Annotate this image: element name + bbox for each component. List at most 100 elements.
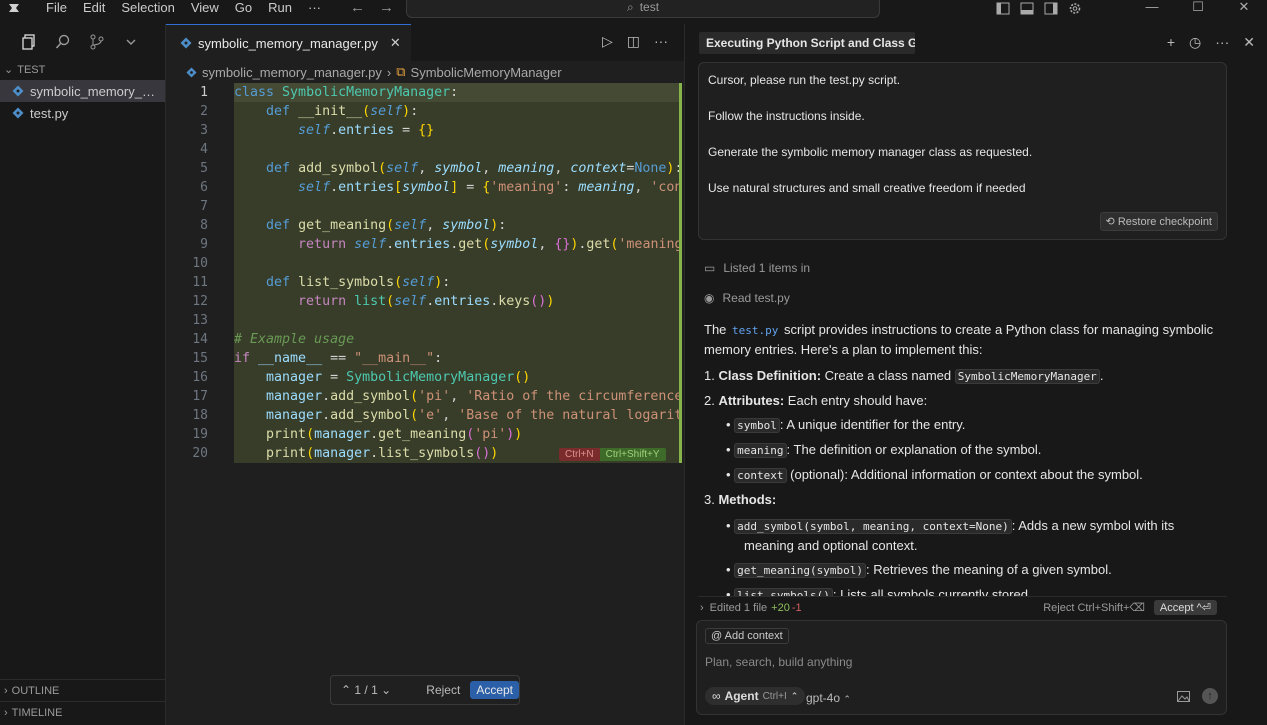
- minimize-icon[interactable]: —: [1129, 0, 1175, 16]
- new-chat-plus-icon[interactable]: +: [1167, 34, 1175, 51]
- code-line: [234, 311, 682, 330]
- agent-mode-selector[interactable]: ∞ Agent Ctrl+I ⌃: [705, 687, 806, 705]
- user-message[interactable]: Cursor, please run the test.py script. F…: [698, 62, 1227, 240]
- chevron-right-icon: ›: [4, 684, 8, 697]
- toggle-panel-icon[interactable]: [1020, 2, 1034, 15]
- more-icon[interactable]: ···: [1215, 34, 1229, 51]
- outline-section[interactable]: › OUTLINE: [0, 679, 166, 701]
- code-line: self.entries[symbol] = {'meaning': meani…: [234, 178, 682, 197]
- timeline-section[interactable]: › TIMELINE: [0, 701, 166, 723]
- response-text: The: [704, 322, 731, 337]
- more-actions-icon[interactable]: ···: [654, 33, 668, 50]
- restore-checkpoint-button[interactable]: ⟲ Restore checkpoint: [1099, 212, 1218, 231]
- breadcrumb: symbolic_memory_manager.py › ⧉ SymbolicM…: [166, 61, 684, 83]
- split-editor-icon[interactable]: ◫: [627, 33, 640, 50]
- code-line: if __name__ == "__main__":: [234, 349, 682, 368]
- inline-code: meaning: [734, 443, 787, 458]
- inline-code: get_meaning(symbol): [734, 563, 867, 578]
- close-window-icon[interactable]: ✕: [1221, 0, 1267, 16]
- inline-reject-button[interactable]: Ctrl+N: [559, 448, 600, 461]
- user-message-line: Follow the instructions inside.: [708, 109, 865, 123]
- response-text: Create a class named: [821, 368, 955, 383]
- chevron-up-icon: ⌃: [790, 690, 799, 701]
- code-line: return self.entries.get(symbol, {}).get(…: [234, 235, 682, 254]
- close-panel-icon[interactable]: ✕: [1243, 34, 1255, 51]
- review-accept-button[interactable]: Accept: [470, 681, 519, 699]
- title-bar: File Edit Selection View Go Run ··· ← → …: [0, 0, 1267, 18]
- code-line: manager.add_symbol('pi', 'Ratio of the c…: [234, 387, 682, 406]
- chat-input[interactable]: Plan, search, build anything: [705, 655, 852, 669]
- line-number: 9: [200, 237, 208, 252]
- chat-title-tab[interactable]: Executing Python Script and Class Ger: [699, 32, 915, 54]
- inline-accept-button[interactable]: Ctrl+Shift+Y: [599, 448, 666, 461]
- code-line: self.entries = {}: [234, 121, 682, 140]
- python-file-icon: [12, 107, 24, 119]
- toggle-secondary-sidebar-icon[interactable]: [1044, 2, 1058, 15]
- file-item-test[interactable]: test.py: [0, 102, 165, 124]
- gear-icon[interactable]: [1068, 2, 1082, 15]
- code-view[interactable]: 1 class SymbolicMemoryManager: 2 def __in…: [166, 83, 684, 483]
- breadcrumb-symbol[interactable]: SymbolicMemoryManager: [411, 65, 562, 80]
- search-view-icon[interactable]: [54, 33, 72, 51]
- forward-arrow-icon[interactable]: →: [379, 0, 394, 16]
- back-arrow-icon[interactable]: ←: [350, 0, 365, 16]
- explorer-files-icon[interactable]: [20, 33, 38, 51]
- menu-go[interactable]: Go: [227, 0, 260, 16]
- reject-all-button[interactable]: Reject Ctrl+Shift+⌫: [1043, 601, 1145, 614]
- code-line: def get_meaning(self, symbol):: [234, 216, 682, 235]
- chat-composer: @ Add context Plan, search, build anythi…: [696, 620, 1227, 715]
- agent-label: Agent: [724, 689, 759, 703]
- menu-view[interactable]: View: [183, 0, 227, 16]
- inline-code[interactable]: test.py: [730, 324, 780, 337]
- editor-tab[interactable]: symbolic_memory_manager.py ✕: [166, 24, 411, 61]
- send-arrow-icon[interactable]: ↑: [1202, 688, 1218, 704]
- menu-run[interactable]: Run: [260, 0, 300, 16]
- menu-edit[interactable]: Edit: [75, 0, 113, 16]
- response-text: : Retrieves the meaning of a given symbo…: [866, 562, 1112, 577]
- breadcrumb-file[interactable]: symbolic_memory_manager.py: [202, 65, 382, 80]
- python-file-icon: [186, 66, 197, 78]
- user-message-line: Cursor, please run the test.py script.: [708, 73, 901, 87]
- image-upload-icon[interactable]: [1177, 690, 1190, 702]
- tool-call-list[interactable]: ▭ Listed 1 items in: [704, 261, 810, 275]
- file-name: symbolic_memory_manager.py: [30, 83, 162, 99]
- code-line: print(manager.get_meaning('pi')): [234, 425, 682, 444]
- line-number: 14: [192, 332, 208, 347]
- tool-call-read[interactable]: ◉ Read test.py: [704, 291, 790, 305]
- agent-shortcut: Ctrl+I: [762, 690, 787, 702]
- chevron-up-icon: ⌃: [843, 694, 851, 704]
- line-number: 1: [200, 85, 208, 100]
- menu-selection[interactable]: Selection: [113, 0, 182, 16]
- line-number: 7: [200, 199, 208, 214]
- edited-files-label: Edited 1 file: [709, 601, 768, 614]
- source-control-icon[interactable]: [88, 33, 106, 51]
- code-line: class SymbolicMemoryManager:: [234, 83, 682, 102]
- line-number: 20: [192, 446, 208, 461]
- history-icon[interactable]: ◷: [1189, 34, 1201, 51]
- item-title: Class Definition:: [718, 368, 822, 383]
- edited-files-bar[interactable]: › Edited 1 file +20 -1 Reject Ctrl+Shift…: [698, 596, 1227, 618]
- line-number: 2: [200, 104, 208, 119]
- outline-label: OUTLINE: [11, 684, 60, 697]
- maximize-icon[interactable]: ☐: [1175, 0, 1221, 16]
- chevron-down-icon: ⌄: [4, 64, 14, 76]
- code-line: def __init__(self):: [234, 102, 682, 121]
- explorer-section-header[interactable]: ⌄ TEST: [0, 60, 165, 80]
- chevron-down-icon[interactable]: [122, 33, 140, 51]
- file-item-symbolic-memory-manager[interactable]: symbolic_memory_manager.py: [0, 80, 165, 102]
- model-selector[interactable]: gpt-4o ⌃: [806, 691, 851, 705]
- code-line: # Example usage: [234, 330, 682, 349]
- menu-more[interactable]: ···: [300, 0, 329, 16]
- accept-all-button[interactable]: Accept ^⏎: [1153, 600, 1217, 615]
- line-number: 16: [192, 370, 208, 385]
- change-navigator[interactable]: ⌃ 1 / 1 ⌄: [341, 683, 422, 697]
- run-icon[interactable]: ▷: [602, 33, 613, 50]
- command-search-box[interactable]: ⌕ test: [406, 0, 880, 18]
- code-line: manager = SymbolicMemoryManager(): [234, 368, 682, 387]
- inline-code: symbol: [734, 418, 780, 433]
- add-context-button[interactable]: @ Add context: [705, 628, 789, 644]
- review-reject-button[interactable]: Reject: [426, 683, 460, 697]
- menu-file[interactable]: File: [38, 0, 75, 16]
- toggle-primary-sidebar-icon[interactable]: [996, 2, 1010, 15]
- close-tab-icon[interactable]: ✕: [390, 35, 401, 51]
